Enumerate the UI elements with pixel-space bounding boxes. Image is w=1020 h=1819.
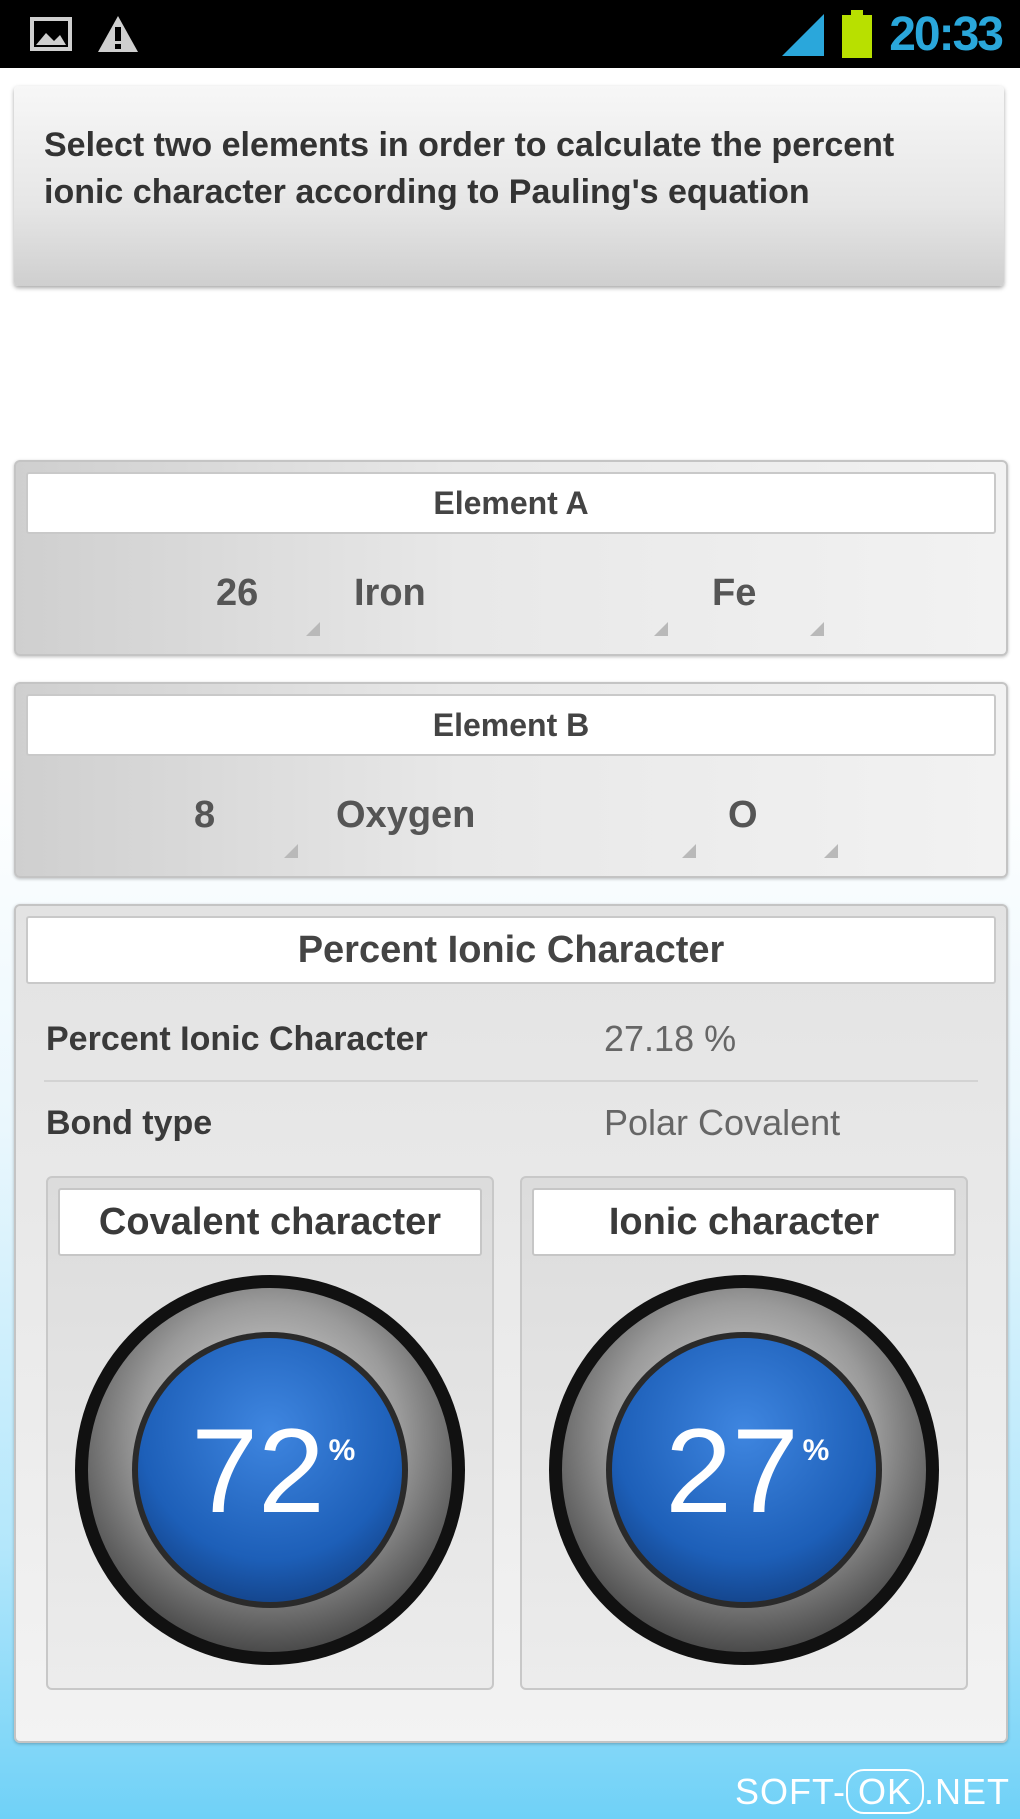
element-a-name-picker[interactable]: Iron	[354, 568, 426, 618]
covalent-gauge-title: Covalent character	[58, 1188, 482, 1256]
picture-icon	[30, 17, 72, 51]
element-b-header: Element B	[26, 694, 996, 756]
watermark-suffix: .NET	[923, 1771, 1010, 1812]
percent-ionic-label: Percent Ionic Character	[46, 1020, 428, 1058]
ionic-gauge-unit: %	[803, 1434, 830, 1467]
bond-type-value: Polar Covalent	[604, 1102, 841, 1143]
watermark-prefix: SOFT-	[734, 1771, 846, 1812]
element-a-header: Element A	[26, 472, 996, 534]
results-header: Percent Ionic Character	[26, 916, 996, 984]
status-time: 20:33	[889, 8, 1004, 61]
watermark: SOFT- OK .NET	[734, 1769, 1010, 1814]
element-b-number-picker[interactable]: 8	[194, 790, 215, 840]
instruction-card: Select two elements in order to calculat…	[14, 86, 1004, 286]
picker-corner-icon	[284, 844, 298, 858]
element-b-name-picker[interactable]: Oxygen	[336, 790, 475, 840]
instruction-text: Select two elements in order to calculat…	[44, 126, 895, 211]
signal-icon	[782, 14, 824, 56]
element-a-card: Element A 26 Iron Fe	[14, 460, 1008, 656]
battery-icon	[842, 10, 872, 58]
covalent-gauge: 72 %	[75, 1275, 465, 1665]
picker-corner-icon	[824, 844, 838, 858]
covalent-gauge-unit: %	[329, 1434, 356, 1467]
ionic-gauge-value: 27	[665, 1404, 798, 1538]
results-panel: Percent Ionic Character Percent Ionic Ch…	[14, 904, 1008, 1743]
picker-corner-icon	[682, 844, 696, 858]
bond-type-label: Bond type	[46, 1104, 213, 1142]
element-b-card: Element B 8 Oxygen O	[14, 682, 1008, 878]
ionic-gauge-card: Ionic character 27 %	[520, 1176, 968, 1690]
element-a-symbol-picker[interactable]: Fe	[712, 568, 756, 618]
covalent-gauge-value: 72	[191, 1404, 324, 1538]
ionic-gauge-title: Ionic character	[532, 1188, 956, 1256]
ionic-gauge: 27 %	[549, 1275, 939, 1665]
status-bar: 20:33	[0, 0, 1020, 68]
picker-corner-icon	[306, 622, 320, 636]
divider	[44, 1080, 978, 1082]
warning-icon	[98, 16, 138, 52]
covalent-gauge-card: Covalent character 72 %	[46, 1176, 494, 1690]
picker-corner-icon	[810, 622, 824, 636]
percent-ionic-value: 27.18 %	[604, 1018, 737, 1059]
element-a-number-picker[interactable]: 26	[216, 568, 258, 618]
watermark-badge: OK	[845, 1769, 924, 1814]
picker-corner-icon	[654, 622, 668, 636]
element-b-symbol-picker[interactable]: O	[728, 790, 758, 840]
